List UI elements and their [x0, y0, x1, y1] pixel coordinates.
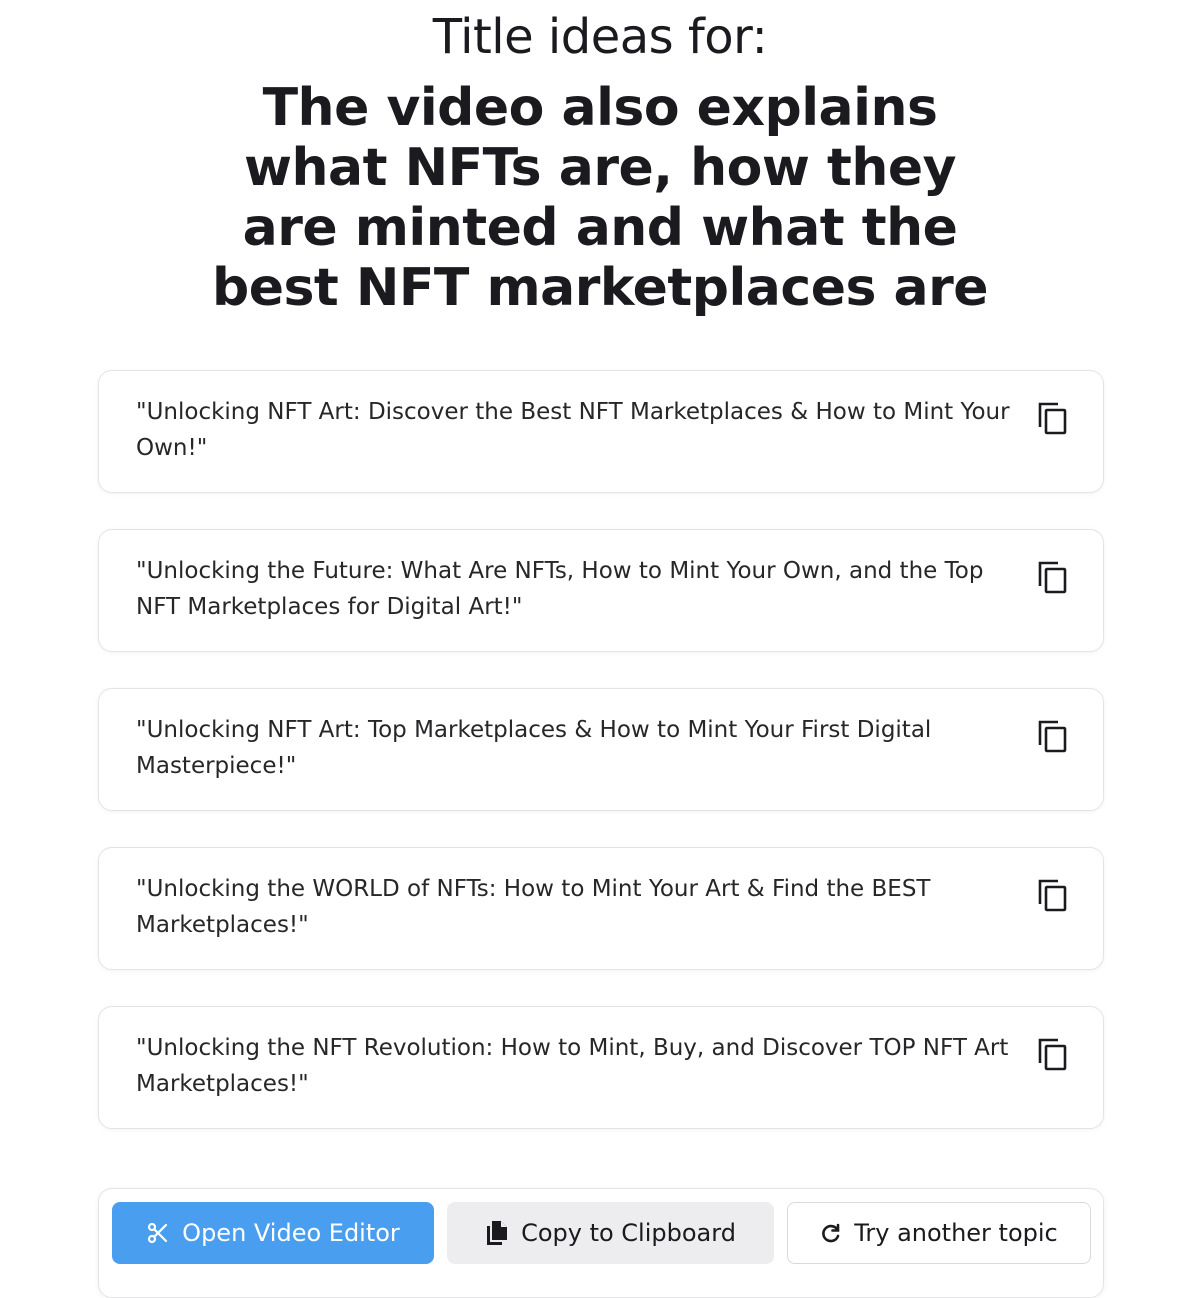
title-idea-text: "Unlocking NFT Art: Top Marketplaces & H… — [136, 717, 932, 779]
copy-to-clipboard-button[interactable]: Copy to Clipboard — [447, 1202, 774, 1264]
page-heading: Title ideas for: The video also explains… — [100, 6, 1100, 318]
action-bar: Open Video Editor Copy to Clipboard Try … — [98, 1188, 1104, 1298]
copy-icon[interactable] — [1036, 559, 1070, 595]
title-idea-text: "Unlocking NFT Art: Discover the Best NF… — [136, 399, 1010, 461]
refresh-icon — [822, 1223, 840, 1243]
copy-icon[interactable] — [1036, 718, 1070, 754]
open-video-editor-label: Open Video Editor — [182, 1219, 400, 1247]
copy-icon[interactable] — [1036, 400, 1070, 436]
title-idea-card: "Unlocking NFT Art: Top Marketplaces & H… — [98, 688, 1104, 811]
scissors-icon — [148, 1222, 168, 1244]
open-video-editor-button[interactable]: Open Video Editor — [112, 1202, 434, 1264]
topic-title: The video also explains what NFTs are, h… — [211, 78, 989, 318]
title-idea-text: "Unlocking the WORLD of NFTs: How to Min… — [136, 876, 931, 938]
page-title: Title ideas for: — [432, 9, 768, 65]
title-idea-card: "Unlocking NFT Art: Discover the Best NF… — [98, 370, 1104, 493]
try-another-topic-button[interactable]: Try another topic — [787, 1202, 1091, 1264]
copy-icon[interactable] — [1036, 877, 1070, 913]
title-idea-text: "Unlocking the Future: What Are NFTs, Ho… — [136, 558, 984, 620]
copy-to-clipboard-label: Copy to Clipboard — [521, 1219, 736, 1247]
title-idea-text: "Unlocking the NFT Revolution: How to Mi… — [136, 1035, 1009, 1097]
title-idea-card: "Unlocking the WORLD of NFTs: How to Min… — [98, 847, 1104, 970]
title-ideas-list: "Unlocking NFT Art: Discover the Best NF… — [98, 370, 1104, 1165]
title-idea-card: "Unlocking the NFT Revolution: How to Mi… — [98, 1006, 1104, 1129]
title-idea-card: "Unlocking the Future: What Are NFTs, Ho… — [98, 529, 1104, 652]
copy-icon[interactable] — [1036, 1036, 1070, 1072]
clipboard-icon — [487, 1221, 508, 1245]
try-another-topic-label: Try another topic — [854, 1219, 1058, 1247]
title-ideas-page: Title ideas for: The video also explains… — [0, 0, 1200, 1298]
